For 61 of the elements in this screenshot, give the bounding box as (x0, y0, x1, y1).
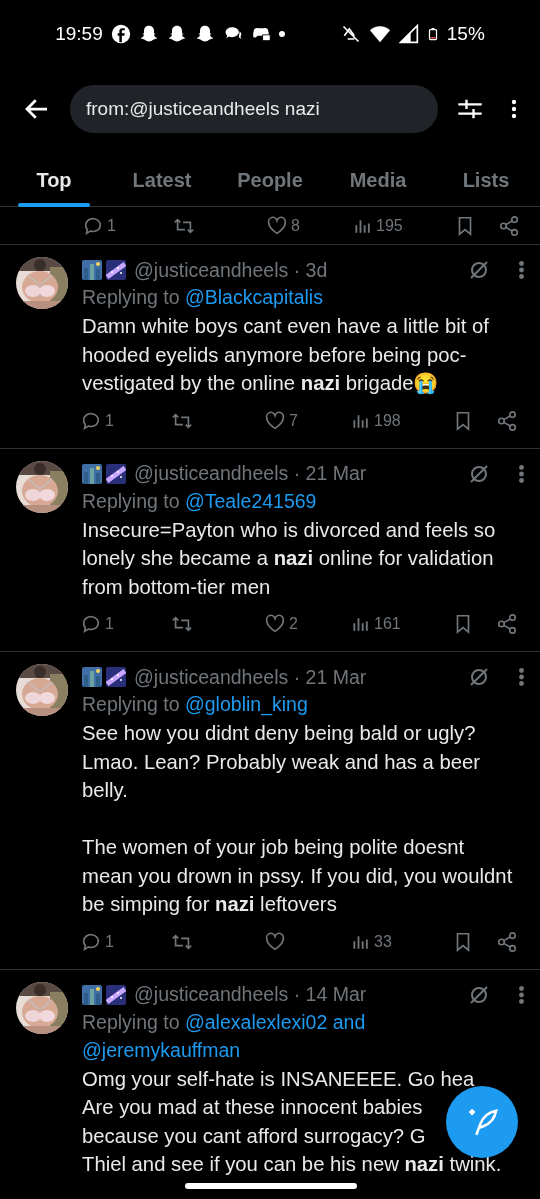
tweet-text: Insecure=Payton who is divorced and feels so lonely she became a nazi online for validation from bottom-tier men (82, 517, 497, 600)
reply-icon (80, 613, 102, 635)
night-city-icon (82, 463, 102, 484)
share-icon (498, 214, 520, 237)
tab[interactable]: Lists (432, 154, 540, 206)
view-count: 195 (376, 216, 403, 235)
share-icon (496, 409, 518, 432)
heart-icon (264, 613, 286, 635)
mention-link[interactable]: @alexalexlexi02 and (185, 1010, 366, 1033)
tab[interactable]: Media (324, 154, 432, 206)
dot-icon (278, 31, 285, 37)
facebook-icon (110, 24, 131, 44)
galaxy-icon (106, 260, 126, 280)
tweet-text-line: Omg your self-hate is INSANEEEE. Go hea (82, 1066, 475, 1091)
share-icon (496, 613, 518, 635)
tab[interactable]: Latest (108, 154, 216, 206)
mute-icon (340, 24, 361, 44)
heart-icon (264, 930, 286, 953)
search-field[interactable]: from:@justiceandheels nazi (70, 85, 438, 133)
tweet-meta: @justiceandheels · 14 Mar (134, 983, 368, 1006)
heart-icon (264, 409, 286, 432)
signal-icon (398, 24, 419, 44)
reply-count: 1 (105, 932, 114, 951)
replying-label: Replying to (82, 286, 180, 308)
galaxy-icon (106, 463, 126, 484)
view-count: 161 (374, 615, 401, 633)
mention-link[interactable]: @globlin_king (185, 693, 308, 715)
reply-count: 1 (105, 411, 114, 430)
night-city-icon (82, 260, 102, 280)
tweet-meta: @justiceandheels · 3d (134, 258, 329, 282)
galaxy-icon (106, 984, 126, 1005)
view-count: 198 (374, 411, 401, 430)
like-count: 2 (289, 615, 298, 633)
battery-percent: 15% (446, 23, 485, 45)
tweet-text-line: Thiel and see if you can be his new nazi twink. (82, 1152, 502, 1176)
night-city-icon (82, 667, 102, 687)
clock: 19:59 (55, 23, 103, 45)
replying-label: Replying to (82, 693, 180, 715)
galaxy-icon (106, 667, 126, 687)
replying-label: Replying to (82, 1010, 180, 1033)
mention-link[interactable]: @Blackcapitalis (185, 286, 323, 308)
like-count: 8 (291, 216, 300, 235)
mention-link[interactable]: @jeremykauffman (82, 1038, 241, 1061)
reply-count: 1 (105, 615, 114, 633)
tweet-text-line: because you cant afford surrogacy? G (82, 1123, 426, 1148)
mention-link[interactable]: @Teale241569 (185, 489, 317, 512)
tweet-text: See how you didnt deny being bald or ugly? Lmao. Lean? Probably weak and has a beer belly. The women of your job being polite doesnt mean you drown in pssy. If you did, you wouldnt be simping for nazi leftovers (82, 721, 514, 917)
replying-label: Replying to (82, 489, 180, 512)
wifi-icon (368, 23, 391, 45)
tweet-text-line: Are you mad at these innocent babies (82, 1095, 423, 1119)
like-count: 7 (289, 411, 298, 430)
view-count: 33 (374, 932, 392, 951)
heart-icon (266, 214, 288, 237)
tab[interactable]: People (216, 154, 324, 206)
tweet-text: Damn white boys cant even have a little bit of hooded eyelids anymore before being poc-vestigated by the online nazi brigade😭 (82, 314, 490, 396)
tweet-meta: @justiceandheels · 21 Mar (134, 665, 368, 689)
reply-count: 1 (107, 216, 116, 235)
night-city-icon (82, 984, 102, 1005)
share-icon (496, 930, 518, 953)
tweet-meta: @justiceandheels · 21 Mar (134, 462, 368, 485)
tab[interactable]: Top (0, 154, 108, 206)
